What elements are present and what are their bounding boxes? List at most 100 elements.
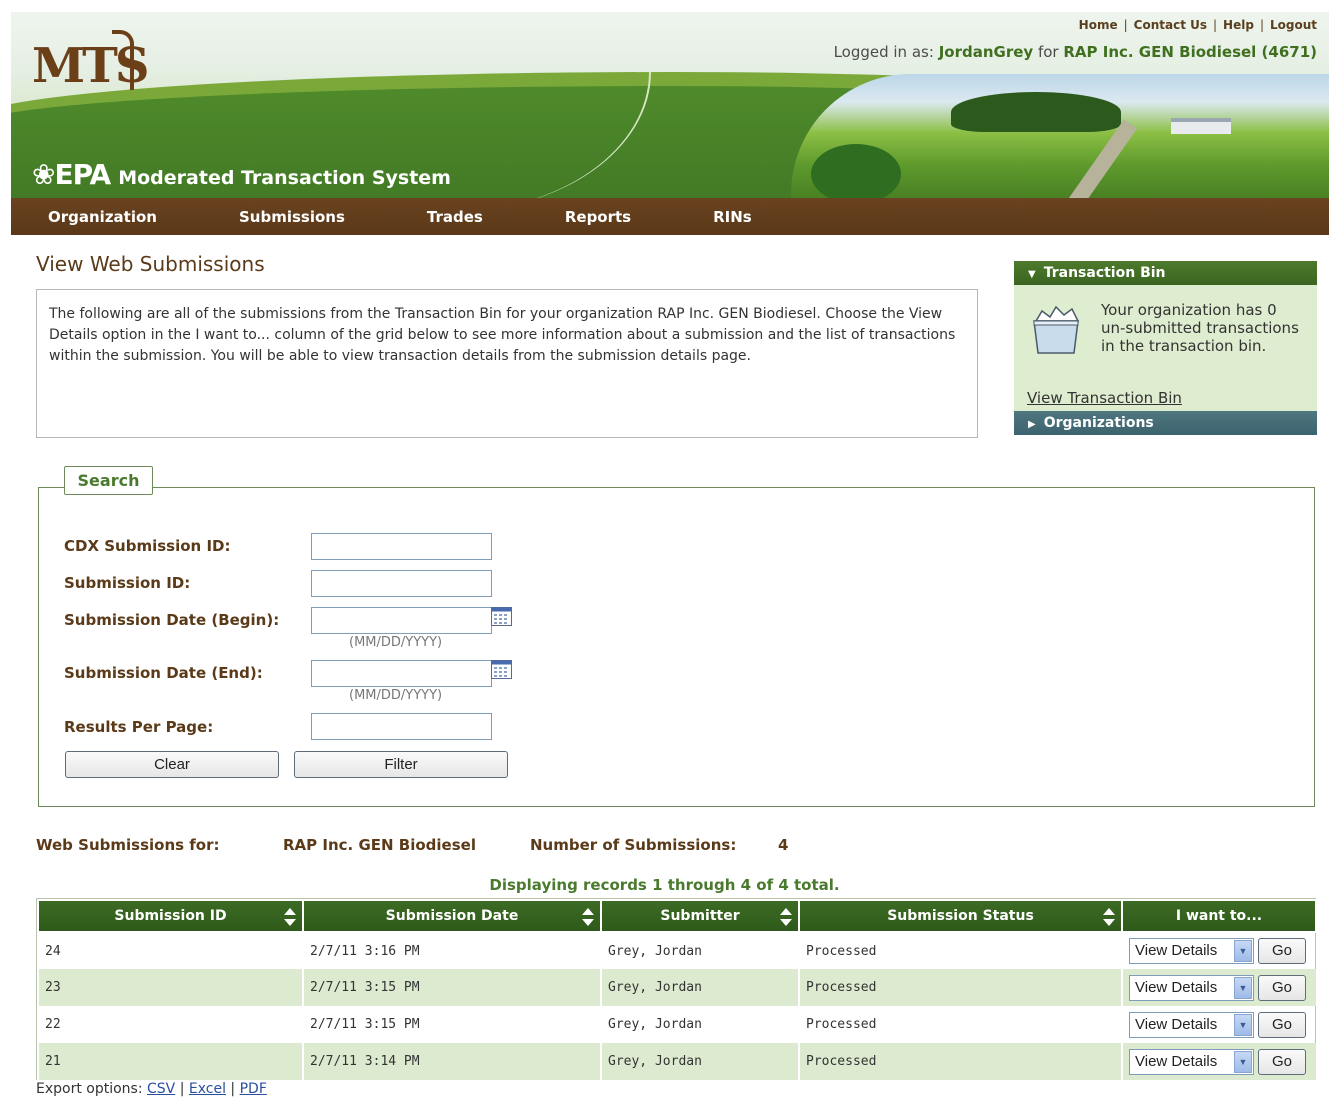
for-text: for bbox=[1037, 43, 1059, 61]
action-select[interactable]: View Details ▼ bbox=[1129, 1011, 1254, 1038]
transaction-bin-icon bbox=[1033, 305, 1080, 354]
chevron-down-icon[interactable]: ▼ bbox=[1234, 1050, 1252, 1073]
cell-actions: View Details ▼ Go bbox=[1121, 932, 1316, 969]
table-row: 24 2/7/11 3:16 PM Grey, Jordan Processed… bbox=[37, 932, 1316, 969]
clear-button[interactable]: Clear bbox=[65, 751, 279, 778]
nav-trades[interactable]: Trades bbox=[427, 208, 483, 226]
column-header-submission-date[interactable]: Submission Date bbox=[302, 899, 602, 933]
submission-date-end-input[interactable] bbox=[311, 660, 492, 687]
transaction-bin-panel: Your organization has 0 un-submitted tra… bbox=[1014, 285, 1317, 411]
nav-organization[interactable]: Organization bbox=[48, 208, 157, 226]
displaying-records: Displaying records 1 through 4 of 4 tota… bbox=[489, 876, 840, 894]
nav-submissions[interactable]: Submissions bbox=[239, 208, 345, 226]
separator: | bbox=[1213, 18, 1218, 32]
cell-submission-date: 2/7/11 3:15 PM bbox=[302, 969, 601, 1006]
nav-rins[interactable]: RINs bbox=[713, 208, 752, 226]
column-header-i-want-to: I want to... bbox=[1121, 899, 1317, 933]
date-format-hint: (MM/DD/YYYY) bbox=[349, 688, 443, 703]
cell-submitter: Grey, Jordan bbox=[600, 932, 799, 969]
organization-name: RAP Inc. GEN Biodiesel (4671) bbox=[1063, 43, 1317, 61]
cell-actions: View Details ▼ Go bbox=[1121, 1006, 1316, 1043]
go-button[interactable]: Go bbox=[1258, 974, 1306, 1001]
calendar-icon[interactable] bbox=[491, 660, 512, 679]
top-links: Home | Contact Us | Help | Logout bbox=[1079, 18, 1317, 32]
submission-id-input[interactable] bbox=[311, 570, 492, 597]
submission-date-begin-input[interactable] bbox=[311, 607, 492, 634]
action-select[interactable]: View Details ▼ bbox=[1129, 974, 1254, 1001]
logged-in-status: Logged in as: JordanGrey for RAP Inc. GE… bbox=[834, 43, 1317, 61]
number-of-submissions-value: 4 bbox=[778, 836, 789, 854]
number-of-submissions-label: Number of Submissions: bbox=[530, 836, 737, 854]
page-title: View Web Submissions bbox=[36, 252, 265, 276]
results-per-page-input[interactable] bbox=[311, 713, 492, 740]
chevron-down-icon[interactable]: ▼ bbox=[1234, 976, 1252, 999]
organizations-header[interactable]: ▶ Organizations bbox=[1014, 411, 1317, 435]
view-transaction-bin-link[interactable]: View Transaction Bin bbox=[1027, 389, 1182, 407]
photo-bush bbox=[811, 144, 901, 198]
summary-org-name: RAP Inc. GEN Biodiesel bbox=[283, 836, 476, 854]
submission-id-label: Submission ID: bbox=[64, 574, 191, 592]
submission-date-begin-label: Submission Date (Begin): bbox=[64, 611, 280, 629]
sort-icon[interactable] bbox=[581, 907, 595, 927]
table-row: 21 2/7/11 3:14 PM Grey, Jordan Processed… bbox=[37, 1043, 1316, 1080]
sort-icon[interactable] bbox=[779, 907, 793, 927]
submission-date-end-label: Submission Date (End): bbox=[64, 664, 263, 682]
date-format-hint: (MM/DD/YYYY) bbox=[349, 635, 443, 650]
cdx-submission-id-label: CDX Submission ID: bbox=[64, 537, 231, 555]
cell-submission-date: 2/7/11 3:15 PM bbox=[302, 1006, 601, 1043]
column-header-submission-id[interactable]: Submission ID bbox=[37, 899, 304, 933]
action-select[interactable]: View Details ▼ bbox=[1129, 1048, 1254, 1075]
grid-header-row: Submission ID Submission Date Submitter … bbox=[37, 899, 1317, 933]
logout-link[interactable]: Logout bbox=[1270, 18, 1317, 32]
go-button[interactable]: Go bbox=[1258, 1011, 1306, 1038]
separator: | bbox=[1123, 18, 1128, 32]
home-link[interactable]: Home bbox=[1079, 18, 1118, 32]
intro-text: The following are all of the submissions… bbox=[36, 289, 978, 438]
cdx-submission-id-input[interactable] bbox=[311, 533, 492, 560]
export-options: Export options: CSV | Excel | PDF bbox=[36, 1081, 267, 1097]
cell-status: Processed bbox=[798, 932, 1122, 969]
export-pdf-link[interactable]: PDF bbox=[240, 1081, 267, 1097]
system-name: Moderated Transaction System bbox=[118, 167, 451, 189]
contact-us-link[interactable]: Contact Us bbox=[1134, 18, 1207, 32]
sort-icon[interactable] bbox=[1102, 907, 1116, 927]
transaction-bin-title: Transaction Bin bbox=[1043, 265, 1166, 281]
separator: | bbox=[1259, 18, 1264, 32]
web-submissions-for-label: Web Submissions for: bbox=[36, 836, 220, 854]
transaction-bin-message: Your organization has 0 un-submitted tra… bbox=[1101, 301, 1299, 355]
epa-title: ❀EPA Moderated Transaction System bbox=[32, 158, 451, 191]
chevron-down-icon[interactable]: ▼ bbox=[1234, 1013, 1252, 1036]
nav-reports[interactable]: Reports bbox=[565, 208, 631, 226]
cell-status: Processed bbox=[798, 969, 1122, 1006]
cell-submitter: Grey, Jordan bbox=[600, 1043, 799, 1080]
logged-in-prefix: Logged in as: bbox=[833, 43, 934, 61]
filter-button[interactable]: Filter bbox=[294, 751, 508, 778]
help-link[interactable]: Help bbox=[1223, 18, 1254, 32]
cell-submission-id: 24 bbox=[37, 932, 303, 969]
export-excel-link[interactable]: Excel bbox=[189, 1081, 226, 1097]
go-button[interactable]: Go bbox=[1258, 938, 1306, 964]
cell-actions: View Details ▼ Go bbox=[1121, 969, 1316, 1006]
collapsed-triangle-icon: ▶ bbox=[1028, 419, 1036, 430]
cell-submission-id: 22 bbox=[37, 1006, 303, 1043]
transaction-bin-header[interactable]: ▼ Transaction Bin bbox=[1014, 261, 1317, 285]
search-legend: Search bbox=[64, 466, 153, 495]
expanded-triangle-icon: ▼ bbox=[1028, 269, 1036, 280]
action-select[interactable]: View Details ▼ bbox=[1129, 938, 1254, 964]
main-nav: Organization Submissions Trades Reports … bbox=[11, 198, 1329, 235]
cell-status: Processed bbox=[798, 1043, 1122, 1080]
header-landscape-photo bbox=[791, 74, 1329, 198]
table-row: 23 2/7/11 3:15 PM Grey, Jordan Processed… bbox=[37, 969, 1316, 1006]
sort-icon[interactable] bbox=[283, 907, 297, 927]
chevron-down-icon[interactable]: ▼ bbox=[1234, 940, 1252, 962]
cell-submission-id: 21 bbox=[37, 1043, 303, 1080]
calendar-icon[interactable] bbox=[491, 607, 512, 626]
table-row: 22 2/7/11 3:15 PM Grey, Jordan Processed… bbox=[37, 1006, 1316, 1043]
results-per-page-label: Results Per Page: bbox=[64, 718, 214, 736]
go-button[interactable]: Go bbox=[1258, 1048, 1306, 1075]
column-header-submitter[interactable]: Submitter bbox=[600, 899, 800, 933]
cell-status: Processed bbox=[798, 1006, 1122, 1043]
column-header-submission-status[interactable]: Submission Status bbox=[798, 899, 1123, 933]
submissions-grid: Submission ID Submission Date Submitter … bbox=[36, 898, 1317, 1080]
export-csv-link[interactable]: CSV bbox=[147, 1081, 175, 1097]
